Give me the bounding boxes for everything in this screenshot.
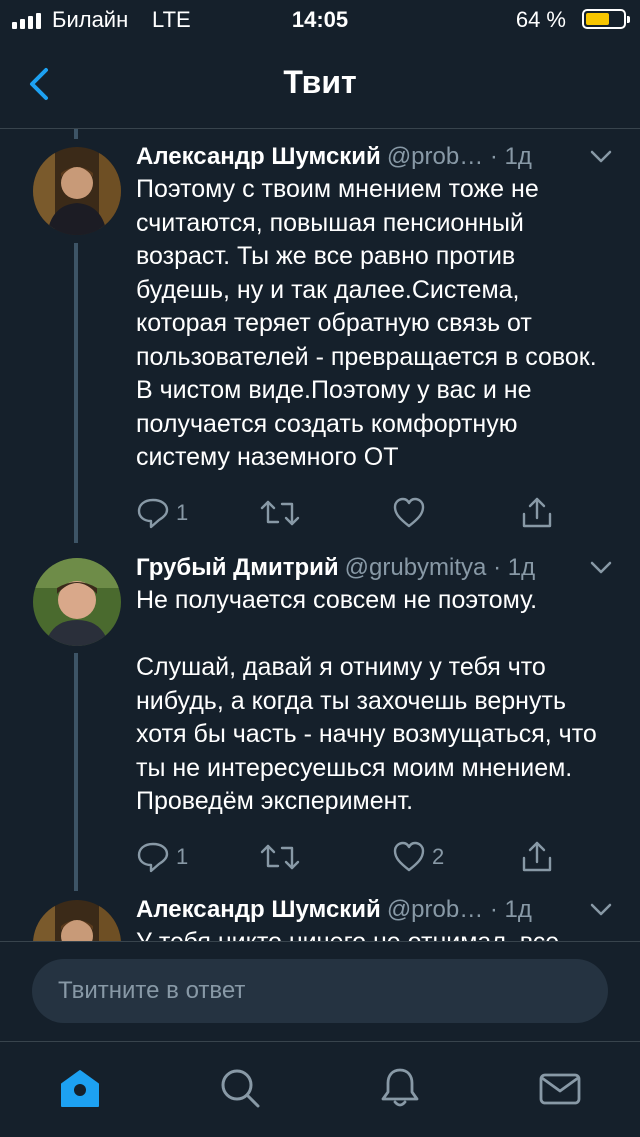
share-button[interactable] <box>520 839 554 875</box>
tab-search[interactable] <box>218 1066 262 1110</box>
reply-bar: Твитните в ответ <box>0 941 640 1042</box>
like-button[interactable] <box>392 495 432 531</box>
avatar[interactable] <box>33 558 121 646</box>
tweet-actions: 1 <box>136 495 606 531</box>
avatar[interactable] <box>33 900 121 941</box>
messages-icon <box>539 1073 581 1105</box>
tweet-header: Александр Шумский @prob… · 1д <box>136 896 616 926</box>
tweet-text: У тебя никто ничего не отнимал, все <box>136 926 616 941</box>
tab-bar <box>0 1041 640 1137</box>
battery-icon <box>582 9 630 29</box>
tweet-time: · 1д <box>493 554 536 581</box>
reply-button[interactable]: 1 <box>136 839 188 875</box>
retweet-button[interactable] <box>260 495 306 531</box>
battery-percent: 64 % <box>515 7 566 32</box>
tweet[interactable]: Александр Шумский @prob… · 1д Поэтому с т… <box>0 143 640 538</box>
author-handle[interactable]: @prob… <box>387 143 483 170</box>
avatar[interactable] <box>33 147 121 235</box>
heart-icon <box>393 497 425 528</box>
tweet-actions: 1 2 <box>136 839 606 875</box>
reply-icon <box>137 842 169 873</box>
tweet[interactable]: Александр Шумский@prob… · 1д У тебя никт… <box>0 896 640 941</box>
chevron-down-icon[interactable] <box>590 560 612 576</box>
tweet-header: Александр Шумский @prob… · 1д <box>136 143 616 173</box>
heart-icon <box>393 841 425 872</box>
share-icon <box>522 841 552 872</box>
tab-messages[interactable] <box>538 1066 582 1110</box>
author-handle[interactable]: @grubymitya <box>345 554 487 581</box>
home-icon <box>61 1070 99 1107</box>
tweet[interactable]: Грубый Дмитрий @grubymitya · 1д Не получа… <box>0 554 640 894</box>
chevron-down-icon[interactable] <box>590 149 612 165</box>
author-name[interactable]: Александр Шумский <box>136 143 381 170</box>
thread-line <box>74 129 78 139</box>
reply-count: 1 <box>176 500 189 525</box>
share-button[interactable] <box>520 495 554 531</box>
reply-icon <box>137 498 169 529</box>
page-title: Твит <box>283 64 357 100</box>
author-name[interactable]: Александр Шумский <box>136 896 381 923</box>
author-handle[interactable]: @prob… <box>387 896 483 923</box>
retweet-icon <box>260 844 300 870</box>
reply-count: 1 <box>176 844 189 869</box>
share-icon <box>522 497 552 528</box>
search-icon <box>221 1069 260 1108</box>
like-button[interactable]: 2 <box>392 839 444 875</box>
chevron-down-icon[interactable] <box>590 902 612 918</box>
tweet-thread[interactable]: Александр Шумский @prob… · 1д Поэтому с т… <box>0 129 640 941</box>
tweet-text: Поэтому с твоим мнением тоже не считаютс… <box>136 175 597 471</box>
author-name[interactable]: Грубый Дмитрий <box>136 554 339 581</box>
notifications-icon <box>381 1068 419 1107</box>
retweet-icon <box>260 500 300 526</box>
like-count: 2 <box>432 844 445 869</box>
reply-button[interactable]: 1 <box>136 495 188 531</box>
tweet-text: Не получается совсем не поэтому. Слушай,… <box>136 586 597 815</box>
tweet-header: Грубый Дмитрий @grubymitya · 1д <box>136 554 616 584</box>
status-bar: Билайн LTE 14:05 64 % <box>0 0 640 40</box>
tweet-time: · 1д <box>489 896 532 923</box>
tab-home[interactable] <box>58 1066 102 1110</box>
header: Твит <box>0 40 640 129</box>
tab-notifications[interactable] <box>378 1066 422 1110</box>
reply-input[interactable]: Твитните в ответ <box>32 959 608 1023</box>
tweet-time: · 1д <box>489 143 532 170</box>
retweet-button[interactable] <box>260 839 306 875</box>
